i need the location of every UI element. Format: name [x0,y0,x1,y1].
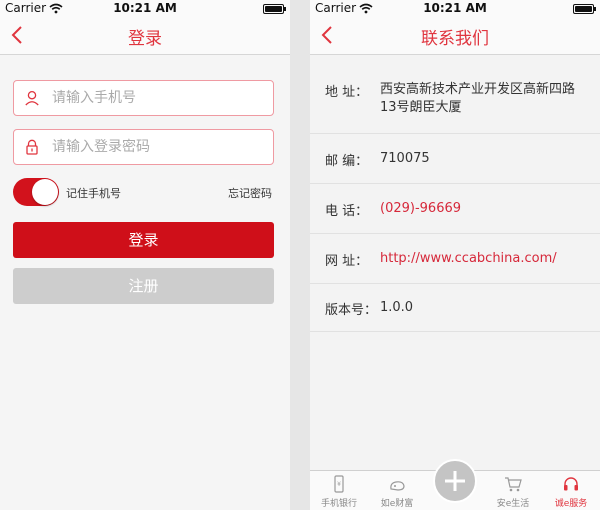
forgot-password-link[interactable]: 忘记密码 [228,185,272,201]
version-row: 版本号： 1.0.0 [310,284,600,332]
clock: 10:21 AM [423,1,487,15]
lock-icon [26,139,38,155]
tab-service[interactable]: 诚e服务 [542,471,600,510]
address-value: 西安高新技术产业开发区高新四路13号朗臣大厦 [380,82,576,115]
tab-label: 诚e服务 [554,499,588,509]
phone-input[interactable] [52,81,267,115]
password-field[interactable] [13,129,274,165]
money-bag-icon [390,481,405,491]
tab-bar: ¥ 手机银行 如e财富 安e生活 诚e服务 [310,459,600,510]
website-row: 网 址： http://www.ccabchina.com/ [310,234,600,284]
password-input[interactable] [52,130,267,164]
page-title: 联系我们 [421,29,489,49]
phone-row: 电 话： (029)-96669 [310,184,600,234]
toggle-knob [32,179,58,205]
remember-phone-label: 记住手机号 [66,187,121,200]
page-title: 登录 [128,29,162,49]
tab-label: 安e生活 [496,499,530,509]
tab-label: 如e财富 [380,499,414,509]
login-screen: Carrier 10:21 AM 登录 记住手机号 忘记密码 登录 注册 [0,0,290,510]
phone-value[interactable]: (029)-96669 [380,200,461,218]
user-icon [25,90,39,106]
shopping-cart-icon [505,477,522,492]
zip-row: 邮 编： 710075 [310,134,600,184]
version-value: 1.0.0 [380,300,414,315]
zip-value: 710075 [380,151,430,166]
headset-icon [564,477,578,491]
nav-bar: 联系我们 [310,17,600,55]
clock: 10:21 AM [113,1,177,15]
phone-label: 电 话： [325,204,369,219]
status-bar: Carrier 10:21 AM [310,0,600,17]
address-row: 地 址： 西安高新技术产业开发区高新四路13号朗臣大厦 [310,56,600,134]
contact-screen: Carrier 10:21 AM 联系我们 地 址： 西安高新技术产业开发区高新… [310,0,600,510]
tab-wealth[interactable]: 如e财富 [368,471,426,510]
mobile-phone-icon: ¥ [334,475,344,493]
svg-text:¥: ¥ [337,481,341,488]
login-button[interactable]: 登录 [13,222,274,258]
nav-bar: 登录 [0,17,290,55]
phone-field[interactable] [13,80,274,116]
tab-label: 手机银行 [320,499,357,509]
battery-icon [263,4,286,14]
tab-mobile-banking[interactable]: ¥ 手机银行 [310,471,368,510]
status-bar: Carrier 10:21 AM [0,0,290,17]
zip-label: 邮 编： [325,154,369,169]
register-button[interactable]: 注册 [13,268,274,304]
website-label: 网 址： [325,254,369,269]
battery-icon [573,4,596,14]
center-add-button[interactable] [433,459,477,503]
address-label: 地 址： [325,85,369,100]
tab-life[interactable]: 安e生活 [484,471,542,510]
remember-phone-toggle[interactable] [13,178,59,206]
version-label: 版本号： [325,303,378,318]
plus-icon [445,471,465,491]
website-link[interactable]: http://www.ccabchina.com/ [380,250,557,268]
